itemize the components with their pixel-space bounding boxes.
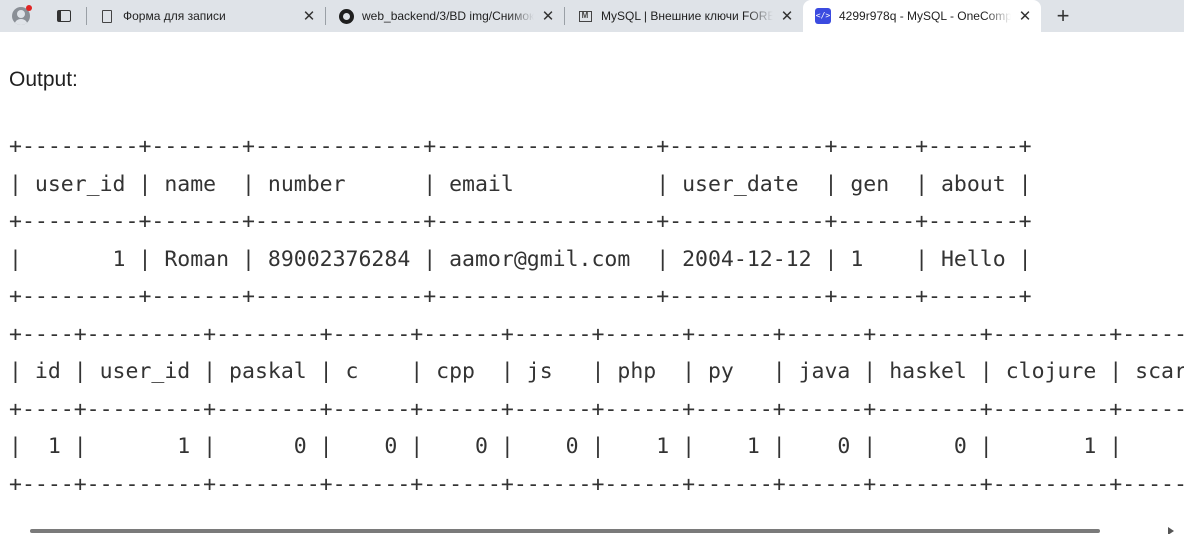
tab-github[interactable]: web_backend/3/BD img/Снимок ✕ bbox=[326, 0, 564, 32]
tab-actions-button[interactable] bbox=[42, 0, 86, 32]
console-line: +---------+-------+-------------+-------… bbox=[9, 284, 1032, 309]
tab-title: 4299r978q - MySQL - OneCompil bbox=[839, 9, 1011, 23]
console-line: | user_id | name | number | email | user… bbox=[9, 171, 1032, 197]
console-line: | 1 | 1 | 0 | 0 | 0 | 0 | 1 | 1 | 0 | 0 … bbox=[9, 434, 1184, 459]
tab-title: MySQL | Внешние ключи FOREIG bbox=[601, 9, 773, 23]
scroll-right-arrow-icon[interactable] bbox=[1168, 527, 1174, 534]
mail-m-icon: M bbox=[577, 8, 593, 24]
console-output: +---------+-------+-------------+-------… bbox=[9, 128, 1184, 503]
output-label: Output: bbox=[9, 68, 78, 91]
tab-mysql-foreign-keys[interactable]: M MySQL | Внешние ключи FOREIG ✕ bbox=[565, 0, 803, 32]
scrollbar-thumb[interactable] bbox=[30, 529, 1100, 533]
close-icon[interactable]: ✕ bbox=[779, 8, 795, 24]
console-line: | id | user_id | paskal | c | cpp | js |… bbox=[9, 359, 1184, 384]
console-line: +---------+-------+-------------+-------… bbox=[9, 134, 1032, 159]
tab-strip: Форма для записи ✕ web_backend/3/BD img/… bbox=[0, 0, 1184, 32]
console-line: +---------+-------+-------------+-------… bbox=[9, 209, 1032, 234]
console-line: | 1 | Roman | 89002376284 | aamor@gmil.c… bbox=[9, 246, 1032, 272]
tab-title: Форма для записи bbox=[123, 9, 226, 23]
tab-title: web_backend/3/BD img/Снимок bbox=[362, 9, 534, 23]
document-icon bbox=[99, 8, 115, 24]
new-tab-button[interactable]: + bbox=[1049, 2, 1077, 30]
close-icon[interactable]: ✕ bbox=[301, 8, 317, 24]
horizontal-scrollbar[interactable] bbox=[0, 526, 1184, 534]
code-icon: </> bbox=[815, 8, 831, 24]
close-icon[interactable]: ✕ bbox=[1017, 8, 1033, 24]
console-line: +----+---------+--------+------+------+-… bbox=[9, 471, 1184, 497]
console-line: +----+---------+--------+------+------+-… bbox=[9, 321, 1184, 347]
console-line: +----+---------+--------+------+------+-… bbox=[9, 396, 1184, 422]
notification-dot bbox=[26, 5, 32, 11]
tab-form[interactable]: Форма для записи ✕ bbox=[87, 0, 325, 32]
page-content: Output: +---------+-------+-------------… bbox=[0, 32, 1184, 534]
tab-onecompiler[interactable]: </> 4299r978q - MySQL - OneCompil ✕ bbox=[803, 0, 1041, 32]
github-icon bbox=[338, 8, 354, 24]
profile-button[interactable] bbox=[0, 0, 42, 32]
tab-actions-icon bbox=[57, 10, 71, 22]
close-icon[interactable]: ✕ bbox=[540, 8, 556, 24]
